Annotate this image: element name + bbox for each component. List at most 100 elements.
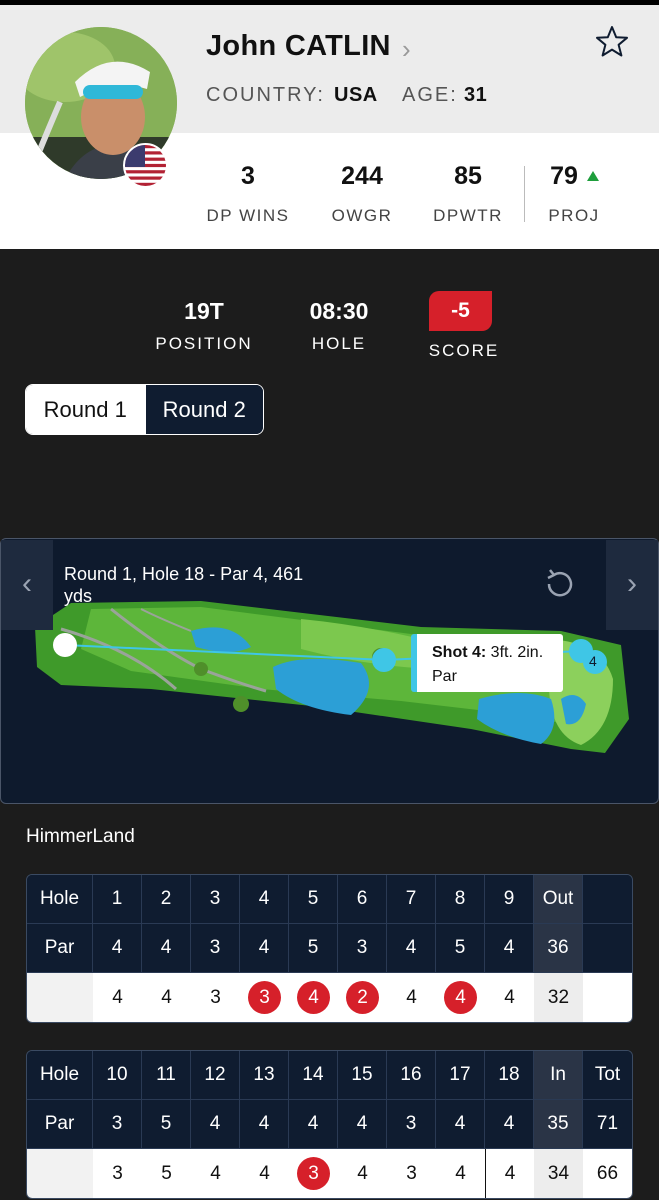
hole-number: 14	[289, 1051, 338, 1100]
hole-header: Hole	[27, 875, 93, 924]
shot-marker[interactable]	[372, 648, 396, 672]
hole-number: 9	[485, 875, 534, 924]
par-value: 5	[142, 1100, 191, 1149]
empty-cell	[583, 875, 632, 924]
in-header: In	[534, 1051, 583, 1100]
score-header	[27, 1149, 93, 1198]
scorecard-front-nine: Hole 1 2 3 4 5 6 7 8 9 Out Par 4 4 3 4 5…	[26, 874, 633, 1023]
score-label: SCORE	[428, 341, 500, 360]
chevron-right-icon: ›	[627, 567, 637, 600]
hole-number: 5	[289, 875, 338, 924]
hole-row: Hole 1 2 3 4 5 6 7 8 9 Out	[27, 875, 632, 924]
par-value: 5	[436, 924, 485, 973]
score-row: 3 5 4 4 3 4 3 4 4 34 66	[27, 1149, 632, 1198]
shot-label: Shot 4:	[432, 644, 487, 661]
shot-tooltip: Shot 4: 3ft. 2in. Par	[411, 634, 563, 692]
stat-owgr-label: OWGR	[331, 206, 393, 225]
empty-cell	[583, 924, 632, 973]
birdie-badge: 3	[248, 981, 281, 1014]
round-toggle: Round 1 Round 2	[25, 384, 264, 435]
hole-number: 12	[191, 1051, 240, 1100]
par-row: Par 3 5 4 4 4 4 3 4 4 35 71	[27, 1100, 632, 1149]
birdie-badge: 2	[346, 981, 379, 1014]
hole-number: 10	[93, 1051, 142, 1100]
shot-distance: 3ft. 2in.	[490, 644, 544, 661]
par-value: 4	[387, 924, 436, 973]
score-in-total: 34	[534, 1149, 583, 1198]
course-name: HimmerLand	[26, 826, 135, 847]
hole-header: Hole	[27, 1051, 93, 1100]
scorecard-back-nine: Hole 10 11 12 13 14 15 16 17 18 In Tot P…	[26, 1050, 633, 1199]
us-flag-icon	[123, 143, 168, 188]
par-value: 3	[191, 924, 240, 973]
score-grand-total: 66	[583, 1149, 632, 1198]
tab-round-1[interactable]: Round 1	[26, 385, 145, 434]
score-value: 4	[485, 1149, 534, 1198]
birdie-badge: 4	[444, 981, 477, 1014]
previous-hole-button[interactable]: ‹	[1, 540, 53, 630]
hole-number: 15	[338, 1051, 387, 1100]
score-birdie: 3	[240, 973, 289, 1022]
score-value: 4	[485, 973, 534, 1022]
chevron-left-icon: ‹	[22, 567, 32, 600]
score-value: 4	[338, 1149, 387, 1198]
ball-number: 4	[589, 653, 597, 669]
par-value: 4	[485, 924, 534, 973]
par-value: 4	[142, 924, 191, 973]
stat-dpwtr-value: 85	[454, 162, 482, 190]
replay-icon[interactable]	[541, 565, 579, 603]
score-birdie: 4	[436, 973, 485, 1022]
player-name[interactable]: John CATLIN	[206, 30, 391, 63]
par-value: 4	[289, 1100, 338, 1149]
birdie-badge: 3	[297, 1157, 330, 1190]
score-birdie: 4	[289, 973, 338, 1022]
score-value: 3	[191, 973, 240, 1022]
position-label: POSITION	[155, 334, 253, 353]
stat-dpwtr-label: DPWTR	[433, 206, 503, 225]
country-label: COUNTRY:	[206, 84, 325, 106]
stat-proj-label: PROJ	[548, 206, 600, 225]
score-value: 5	[142, 1149, 191, 1198]
par-row: Par 4 4 3 4 5 3 4 5 4 36	[27, 924, 632, 973]
star-outline-icon[interactable]	[594, 24, 630, 60]
country-value: USA	[334, 84, 378, 106]
age-label: AGE:	[402, 84, 458, 106]
hole-number: 16	[387, 1051, 436, 1100]
par-header: Par	[27, 1100, 93, 1149]
next-hole-button[interactable]: ›	[606, 540, 658, 630]
tab-round-2[interactable]: Round 2	[144, 385, 263, 434]
score-value: 3	[387, 1149, 436, 1198]
score-value: 3	[93, 1149, 142, 1198]
par-value: 4	[338, 1100, 387, 1149]
par-value: 3	[93, 1100, 142, 1149]
score-birdie: 2	[338, 973, 387, 1022]
tee-marker[interactable]	[53, 633, 77, 657]
par-header: Par	[27, 924, 93, 973]
score-value: 4	[240, 1149, 289, 1198]
score-header	[27, 973, 93, 1022]
hole-time-value: 08:30	[309, 298, 369, 324]
score-birdie: 3	[289, 1149, 338, 1198]
stat-dp-wins-label: DP WINS	[206, 206, 290, 225]
par-value: 4	[93, 924, 142, 973]
hole-title: Round 1, Hole 18 - Par 4, 461 yds	[64, 564, 304, 606]
par-value: 4	[485, 1100, 534, 1149]
hole-number: 11	[142, 1051, 191, 1100]
score-value: 4	[387, 973, 436, 1022]
score-value: 4	[191, 1149, 240, 1198]
par-value: 3	[338, 924, 387, 973]
par-out-total: 36	[534, 924, 583, 973]
par-value: 4	[436, 1100, 485, 1149]
total-header: Tot	[583, 1051, 632, 1100]
score-row: 4 4 3 3 4 2 4 4 4 32	[27, 973, 632, 1022]
age-value: 31	[464, 84, 488, 106]
score-value: 4	[436, 1149, 485, 1198]
birdie-badge: 4	[297, 981, 330, 1014]
hole-number: 2	[142, 875, 191, 924]
par-value: 5	[289, 924, 338, 973]
trend-up-icon	[587, 171, 599, 181]
score-out-total: 32	[534, 973, 583, 1022]
chevron-right-icon[interactable]: ›	[402, 34, 411, 65]
par-value: 4	[240, 924, 289, 973]
hole-number: 7	[387, 875, 436, 924]
